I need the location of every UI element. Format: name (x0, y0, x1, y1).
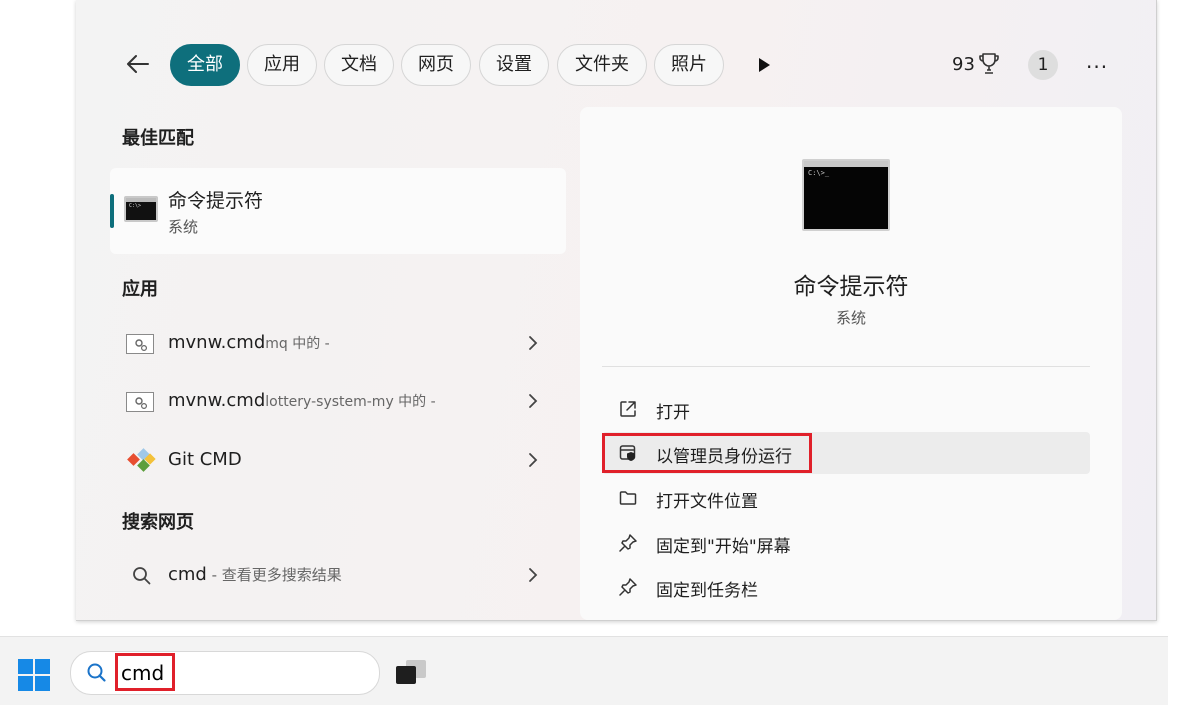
list-item[interactable]: mvnw.cmdmq 中的 - (110, 322, 566, 366)
app-result-location: lottery-system-my 中的 - (265, 394, 436, 410)
web-search-query: cmd (168, 564, 207, 585)
folder-icon (619, 491, 637, 505)
script-file-icon (126, 334, 154, 354)
open-external-icon (620, 401, 636, 417)
selection-indicator (110, 194, 114, 228)
annotation-highlight-search-input (115, 653, 175, 691)
more-options-icon[interactable]: ··· (1086, 55, 1108, 79)
action-open-file-location[interactable]: 打开文件位置 (602, 477, 1090, 519)
search-icon (87, 663, 106, 682)
tab-folders[interactable]: 文件夹 (557, 44, 647, 86)
app-result-location: mq 中的 - (265, 336, 330, 352)
account-avatar[interactable]: 1 (1028, 50, 1058, 80)
back-arrow-icon[interactable] (124, 50, 152, 78)
taskbar (0, 636, 1168, 705)
action-pin-to-start[interactable]: 固定到"开始"屏幕 (602, 522, 1090, 564)
best-match-subtitle: 系统 (168, 218, 199, 236)
command-prompt-icon (124, 196, 158, 222)
action-label: 打开文件位置 (656, 492, 758, 512)
list-item[interactable]: Git CMD (110, 439, 566, 483)
more-filters-play-icon[interactable] (756, 56, 772, 74)
web-search-heading: 搜索网页 (122, 512, 194, 533)
windows-start-icon[interactable] (18, 659, 50, 691)
list-item[interactable]: mvnw.cmdlottery-system-my 中的 - (110, 380, 566, 424)
apps-heading: 应用 (122, 279, 158, 300)
detail-title: 命令提示符 (793, 274, 909, 300)
pin-icon (619, 578, 637, 596)
script-file-icon (126, 392, 154, 412)
pin-icon (619, 534, 637, 552)
action-label: 打开 (656, 403, 690, 423)
rewards-points: 93 (952, 54, 975, 75)
command-prompt-large-icon (802, 159, 890, 231)
annotation-highlight-run-as-admin (602, 433, 812, 473)
best-match-name: 命令提示符 (168, 190, 264, 212)
best-match-heading: 最佳匹配 (122, 128, 194, 149)
web-search-result[interactable]: cmd - 查看更多搜索结果 (110, 554, 566, 598)
app-result-name: mvnw.cmd (168, 390, 266, 411)
best-match-result[interactable]: 命令提示符 系统 (110, 168, 566, 254)
app-result-label: mvnw.cmdlottery-system-my 中的 - (168, 390, 436, 411)
search-icon (133, 567, 151, 585)
tab-web[interactable]: 网页 (401, 44, 471, 86)
tab-apps[interactable]: 应用 (247, 44, 317, 86)
tab-settings[interactable]: 设置 (479, 44, 549, 86)
chevron-right-icon[interactable] (526, 451, 540, 469)
chevron-right-icon[interactable] (526, 334, 540, 352)
tab-all[interactable]: 全部 (170, 44, 240, 86)
action-label: 固定到任务栏 (656, 581, 758, 601)
action-label: 固定到"开始"屏幕 (656, 537, 791, 557)
rewards-trophy-icon[interactable] (978, 52, 1000, 76)
web-search-hint: - 查看更多搜索结果 (206, 566, 342, 584)
detail-pane: 命令提示符 系统 打开 以管理员身份运行 打开文件位置 (580, 107, 1122, 620)
divider (602, 366, 1090, 367)
tab-documents[interactable]: 文档 (324, 44, 394, 86)
tab-photos[interactable]: 照片 (654, 44, 724, 86)
web-search-label: cmd - 查看更多搜索结果 (168, 564, 342, 585)
task-view-icon[interactable] (394, 657, 428, 687)
detail-subtitle: 系统 (835, 309, 866, 327)
action-pin-to-taskbar[interactable]: 固定到任务栏 (602, 566, 1090, 608)
app-result-label: Git CMD (168, 449, 242, 470)
app-result-label: mvnw.cmdmq 中的 - (168, 332, 330, 353)
action-open[interactable]: 打开 (602, 388, 1090, 430)
search-panel: 全部 应用 文档 网页 设置 文件夹 照片 93 1 ··· 最佳匹配 命令提示… (76, 0, 1157, 621)
chevron-right-icon[interactable] (526, 392, 540, 410)
git-icon (127, 448, 156, 472)
chevron-right-icon[interactable] (526, 566, 540, 584)
app-result-name: mvnw.cmd (168, 332, 266, 353)
app-result-name: Git CMD (168, 449, 242, 470)
